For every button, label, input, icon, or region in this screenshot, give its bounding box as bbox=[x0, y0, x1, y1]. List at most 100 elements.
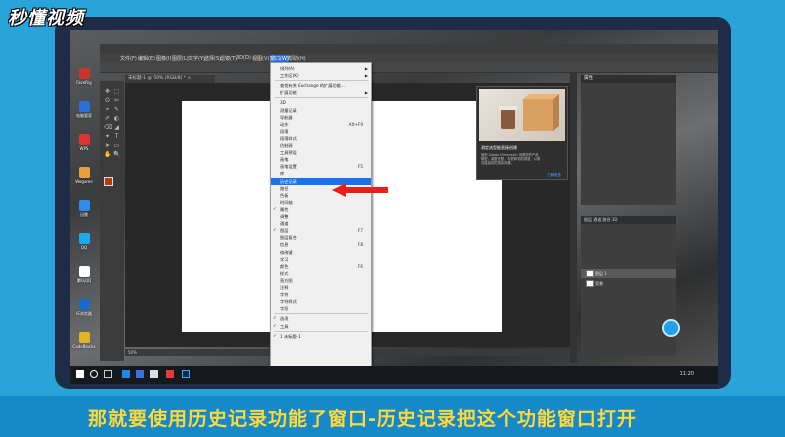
menu-item[interactable]: 查找有关 Exchange 的扩展功能... bbox=[271, 82, 371, 89]
desktop-shortcut[interactable]: 腾讯QQ bbox=[72, 266, 96, 288]
menu-item[interactable]: 字形 bbox=[271, 305, 371, 312]
tool-icon[interactable]: T bbox=[113, 134, 120, 140]
layers-panel-tabs[interactable]: 图层 通道 路径 3D bbox=[581, 216, 676, 224]
tool-icon[interactable]: ➤ bbox=[104, 143, 111, 149]
menubar-item[interactable]: 视图(V) bbox=[252, 55, 269, 62]
menubar-item[interactable]: 图像(I) bbox=[156, 55, 171, 62]
menu-item[interactable]: 样式 bbox=[271, 270, 371, 277]
tool-icon[interactable]: ◢ bbox=[113, 125, 120, 131]
menu-item[interactable]: 图层 ✓ F7 bbox=[271, 227, 371, 234]
tool-icon[interactable]: ⌫ bbox=[104, 125, 112, 131]
menu-item[interactable]: 通道 bbox=[271, 220, 371, 227]
app-icon[interactable] bbox=[150, 370, 158, 378]
menu-item[interactable]: 库 bbox=[271, 170, 371, 177]
menu-item[interactable]: 扩展功能 ▶ bbox=[271, 89, 371, 96]
desktop-shortcut[interactable]: Wegame bbox=[72, 167, 96, 189]
tool-icon[interactable]: ◐ bbox=[113, 116, 120, 122]
menu-item[interactable]: 字符 bbox=[271, 291, 371, 298]
menu-item[interactable]: 注释 bbox=[271, 284, 371, 291]
assistant-float-button[interactable] bbox=[662, 319, 680, 337]
desktop-screen: FaceRig 电脑管家 WPS Wegame 迅雷 QQ 腾讯QQ IE浏览器 CodeBlo… bbox=[70, 30, 718, 384]
menubar-item[interactable]: 帮助(H) bbox=[288, 55, 306, 62]
tool-icon[interactable]: 🔍 bbox=[113, 152, 120, 158]
tool-icon[interactable]: ʘ bbox=[104, 98, 111, 104]
menu-item-shortcut: F5 bbox=[357, 164, 363, 170]
menubar-item[interactable]: 窗口(W) bbox=[270, 55, 289, 62]
desktop-shortcut[interactable]: FaceRig bbox=[72, 68, 96, 90]
menu-item-label: 图层复合 bbox=[280, 235, 297, 241]
menu-item[interactable]: 工作区(K) ▶ bbox=[271, 72, 371, 79]
app-icon[interactable] bbox=[166, 370, 174, 378]
desktop-shortcut[interactable]: QQ bbox=[72, 233, 96, 255]
menu-item[interactable]: 图层复合 bbox=[271, 234, 371, 241]
tool-icon[interactable]: ✥ bbox=[104, 89, 111, 95]
menu-item[interactable]: 排列(A) ▶ bbox=[271, 65, 371, 72]
desktop-shortcut[interactable]: CodeBlocks bbox=[72, 332, 96, 354]
menu-item[interactable]: 段落 bbox=[271, 128, 371, 135]
app-icon[interactable] bbox=[136, 370, 144, 378]
search-icon[interactable] bbox=[90, 370, 98, 378]
menu-item-label: 测量记录 bbox=[280, 107, 297, 113]
menubar-item[interactable]: 滤镜(T) bbox=[220, 55, 237, 62]
menu-item[interactable]: 画笔 bbox=[271, 156, 371, 163]
promo-learn-more-link[interactable]: 了解更多 bbox=[547, 173, 561, 178]
menu-item[interactable]: 直方图 bbox=[271, 277, 371, 284]
desktop-shortcut[interactable]: 迅雷 bbox=[72, 200, 96, 222]
layer-row[interactable]: 图层 1 bbox=[581, 269, 676, 278]
menu-item[interactable]: 时间轴 bbox=[271, 199, 371, 206]
menu-item[interactable]: 导航器 bbox=[271, 114, 371, 121]
task-view-icon[interactable] bbox=[104, 370, 112, 378]
foreground-color-swatch[interactable] bbox=[104, 177, 113, 186]
windows-taskbar: 11:20 bbox=[70, 366, 718, 384]
menu-item[interactable]: 段落样式 bbox=[271, 135, 371, 142]
start-icon[interactable] bbox=[76, 370, 84, 378]
menu-item-label: 工作区(K) bbox=[280, 73, 299, 79]
menu-item[interactable]: 颜色 F6 bbox=[271, 263, 371, 270]
menu-item[interactable]: 学习 bbox=[271, 256, 371, 263]
tool-icon[interactable]: ✋ bbox=[104, 152, 111, 158]
menu-item[interactable]: 1 未标题-1 ✓ bbox=[271, 333, 371, 340]
tool-icon[interactable]: ⬚ bbox=[113, 89, 120, 95]
menubar-item[interactable]: 文字(Y) bbox=[188, 55, 205, 62]
menu-item[interactable]: 修改键 bbox=[271, 249, 371, 256]
submenu-arrow-icon: ▶ bbox=[364, 66, 368, 71]
menubar-item[interactable]: 图层(L) bbox=[172, 55, 189, 62]
desktop-shortcut[interactable]: 电脑管家 bbox=[72, 101, 96, 123]
tool-icon[interactable]: ✎ bbox=[113, 107, 120, 113]
menubar-item[interactable]: 文件(F) bbox=[120, 55, 137, 62]
tool-icon[interactable]: ✂ bbox=[113, 98, 120, 104]
menu-item[interactable]: 画笔设置 F5 bbox=[271, 163, 371, 170]
app-icon bbox=[79, 134, 90, 145]
photoshop-taskbar-icon[interactable] bbox=[182, 370, 190, 378]
menu-item[interactable]: 调整 bbox=[271, 213, 371, 220]
app-icon[interactable] bbox=[122, 370, 130, 378]
tool-icon[interactable]: ⌖ bbox=[104, 107, 111, 113]
video-frame: FaceRig 电脑管家 WPS Wegame 迅雷 QQ 腾讯QQ IE浏览器 CodeBlo… bbox=[0, 0, 785, 437]
menu-item-label: 字符样式 bbox=[280, 299, 297, 305]
desktop-shortcut[interactable]: IE浏览器 bbox=[72, 299, 96, 321]
menu-item[interactable]: 仿制源 bbox=[271, 142, 371, 149]
menu-item[interactable]: 测量记录 bbox=[271, 107, 371, 114]
layer-row[interactable]: 背景 bbox=[581, 279, 676, 288]
tool-icon[interactable]: ✐ bbox=[104, 116, 111, 122]
menu-item[interactable]: 信息 F8 bbox=[271, 241, 371, 248]
document-tab[interactable]: 未标题-1 @ 50% (RGB/8) * × bbox=[125, 75, 215, 83]
app-icon bbox=[79, 200, 90, 211]
menu-item[interactable]: 属性 ✓ bbox=[271, 206, 371, 213]
tool-icon[interactable]: ▭ bbox=[113, 143, 120, 149]
desktop-shortcut-label: 电脑管家 bbox=[76, 113, 92, 118]
menubar-item[interactable]: 3D(D) bbox=[236, 55, 251, 61]
tool-icon[interactable]: ✦ bbox=[104, 134, 111, 140]
menu-item[interactable]: 工具预设 bbox=[271, 149, 371, 156]
desktop-shortcut[interactable]: WPS bbox=[72, 134, 96, 156]
taskbar-clock[interactable]: 11:20 bbox=[680, 371, 694, 377]
menu-item[interactable]: 字符样式 bbox=[271, 298, 371, 305]
menu-item-label: 颜色 bbox=[280, 263, 289, 269]
promo-body: 使用 Adobe Dimension 设置您的产品模型，调整光照、材质和相机角度… bbox=[481, 153, 541, 166]
menu-item[interactable]: 动作 Alt+F9 bbox=[271, 121, 371, 128]
menu-item[interactable]: 选项 ✓ bbox=[271, 315, 371, 322]
menu-item[interactable]: 3D bbox=[271, 99, 371, 106]
menu-item[interactable]: 工具 ✓ bbox=[271, 323, 371, 330]
menubar-item[interactable]: 编辑(E) bbox=[138, 55, 155, 62]
menubar-item[interactable]: 选择(S) bbox=[204, 55, 221, 62]
